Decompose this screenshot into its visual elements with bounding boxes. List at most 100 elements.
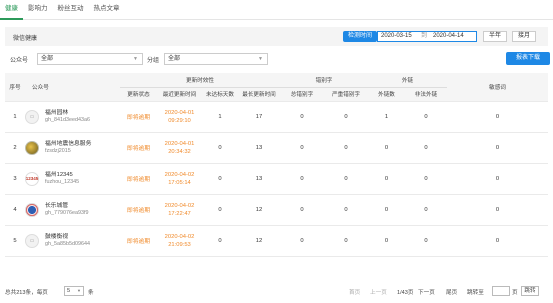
row-index: 1	[5, 101, 25, 133]
toolbar: 微信健康 检测时间 2020-03-15 到 2020-04-14 半年 接月	[5, 27, 548, 46]
half-year-button[interactable]: 半年	[483, 31, 507, 42]
account-cell: ▭ 鼓楼衡视 gh_5a85b5d09644	[25, 225, 120, 257]
col-account: 公众号	[25, 73, 120, 102]
hotline-12345-avatar-icon: 12345	[25, 171, 39, 186]
sensitive-words: 0	[447, 163, 548, 195]
page-size-unit: 条	[88, 290, 94, 296]
update-status: 即将逾期	[120, 194, 157, 226]
group-select-value: 全部	[168, 56, 181, 62]
tab-hot-articles[interactable]: 热点文章	[89, 0, 125, 20]
month-button[interactable]: 接月	[512, 31, 536, 42]
account-select[interactable]: 全部 ▼	[37, 53, 143, 65]
date-range-picker[interactable]: 2020-03-15 到 2020-04-14	[377, 31, 477, 42]
next-page-link[interactable]: 下一页	[418, 288, 435, 296]
account-id: fzsdzj2015	[45, 148, 71, 154]
severe-typos: 0	[324, 163, 368, 195]
end-date[interactable]: 2020-04-14	[433, 32, 464, 41]
col-link-count: 外链数	[368, 87, 405, 102]
link-count: 0	[368, 132, 405, 164]
update-clock: 17:05:14	[168, 179, 191, 186]
page-jump-input[interactable]	[492, 286, 510, 296]
total-typos: 0	[280, 194, 324, 226]
days-unmet: 0	[202, 225, 238, 257]
account-name[interactable]: 福州12345	[45, 171, 79, 179]
total-typos: 0	[280, 163, 324, 195]
table-row: 5 ▭ 鼓楼衡视 gh_5a85b5d09644 即将逾期 2020-04-02 2…	[5, 225, 548, 257]
account-cell: ▭ 福州园林 gh_841d3eed43a6	[25, 101, 120, 133]
account-name[interactable]: 福州地震信息服务	[45, 140, 91, 148]
account-select-value: 全部	[41, 56, 54, 62]
prev-page-link[interactable]: 上一页	[370, 288, 387, 296]
date-separator: 到	[421, 33, 428, 39]
illegal-links: 0	[405, 225, 447, 257]
link-count: 0	[368, 194, 405, 226]
account-filter-label: 公众号	[10, 58, 29, 64]
row-index: 4	[5, 194, 25, 226]
sensitive-words: 0	[447, 225, 548, 257]
update-clock: 17:22:47	[168, 210, 191, 217]
sensitive-words: 0	[447, 194, 548, 226]
total-count: 总共213条，每页	[5, 290, 48, 296]
first-page-link[interactable]: 首页	[349, 288, 360, 296]
globe-avatar-icon	[25, 140, 39, 155]
jump-button[interactable]: 跳转	[521, 286, 539, 296]
tab-fan-interaction[interactable]: 粉丝互动	[53, 0, 89, 20]
update-date: 2020-04-01	[164, 109, 195, 116]
col-days-unmet: 未达标天数	[202, 87, 238, 102]
update-date: 2020-04-02	[164, 202, 195, 209]
tab-health[interactable]: 健康	[0, 0, 23, 20]
last-update-time: 2020-04-01 09:29:10	[157, 101, 202, 133]
last-update-time: 2020-04-02 17:22:47	[157, 194, 202, 226]
severe-typos: 0	[324, 132, 368, 164]
last-update-time: 2020-04-02 17:05:14	[157, 163, 202, 195]
longest-update: 12	[238, 225, 280, 257]
account-name[interactable]: 长乐城管	[45, 202, 88, 210]
tab-influence[interactable]: 影响力	[23, 0, 53, 20]
col-index: 序号	[5, 73, 25, 102]
date-range-button[interactable]: 检测时间	[343, 31, 377, 42]
update-date: 2020-04-01	[164, 140, 195, 147]
col-group-timeliness: 更新时效性	[120, 73, 280, 88]
tab-bar: 健康 影响力 粉丝互动 热点文章	[0, 0, 553, 20]
severe-typos: 0	[324, 101, 368, 133]
page-size-select[interactable]: 5 ▼	[64, 286, 84, 296]
report-download-button[interactable]: 报表下载	[506, 52, 550, 65]
severe-typos: 0	[324, 194, 368, 226]
row-index: 2	[5, 132, 25, 164]
group-filter-label: 分组	[147, 58, 160, 64]
longest-update: 17	[238, 101, 280, 133]
chevron-down-icon: ▼	[133, 56, 138, 62]
group-select[interactable]: 全部 ▼	[164, 53, 268, 65]
placeholder-avatar-icon: ▭	[25, 233, 39, 248]
placeholder-avatar-icon: ▭	[25, 109, 39, 124]
update-clock: 20:34:32	[168, 148, 191, 155]
col-illegal-links: 非法外链	[405, 87, 447, 102]
account-cell: 12345 福州12345 fuzhou_12345	[25, 163, 120, 195]
start-date[interactable]: 2020-03-15	[381, 32, 412, 41]
account-name[interactable]: 鼓楼衡视	[45, 233, 90, 241]
col-severe-typos: 严重错别字	[324, 87, 368, 102]
col-longest-update: 最长更新时间	[238, 87, 280, 102]
account-id: gh_841d3eed43a6	[45, 117, 90, 123]
last-update-time: 2020-04-01 20:34:32	[157, 132, 202, 164]
table-row: 4 长乐城管 gh_779076ea93f9 即将逾期 2020-04-02 17:…	[5, 194, 548, 226]
days-unmet: 0	[202, 163, 238, 195]
row-index: 5	[5, 225, 25, 257]
account-name[interactable]: 福州园林	[45, 109, 90, 117]
total-typos: 0	[280, 101, 324, 133]
severe-typos: 0	[324, 225, 368, 257]
emblem-avatar-icon	[25, 202, 39, 217]
col-total-typos: 总错别字	[280, 87, 324, 102]
account-cell: 长乐城管 gh_779076ea93f9	[25, 194, 120, 226]
pagination: 总共213条，每页 5 ▼ 条 首页 上一页 1/43页 下一页 尾页 跳转至 页…	[0, 286, 553, 298]
link-count: 0	[368, 163, 405, 195]
last-page-link[interactable]: 尾页	[446, 288, 457, 296]
account-id: gh_5a85b5d09644	[45, 241, 90, 247]
sensitive-words: 0	[447, 101, 548, 133]
table-row: 1 ▭ 福州园林 gh_841d3eed43a6 即将逾期 2020-04-01 0…	[5, 101, 548, 133]
page-size-value: 5	[67, 288, 71, 294]
sensitive-words: 0	[447, 132, 548, 164]
update-status: 即将逾期	[120, 225, 157, 257]
table-row: 3 12345 福州12345 fuzhou_12345 即将逾期 2020-04…	[5, 163, 548, 195]
illegal-links: 0	[405, 132, 447, 164]
